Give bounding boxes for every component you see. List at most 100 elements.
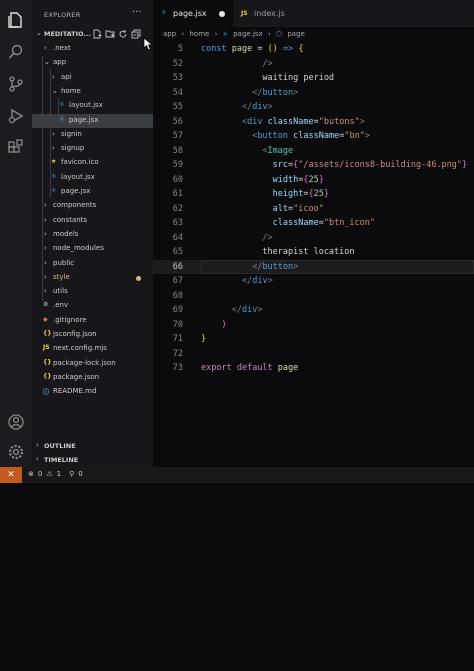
tree-file[interactable]: ★ favicon.ico	[32, 156, 153, 170]
tree-folder[interactable]: › public	[32, 257, 153, 271]
code-line[interactable]: 72	[153, 347, 474, 362]
tree-folder[interactable]: › utils	[32, 285, 153, 299]
code-line[interactable]: 69 </div>	[153, 303, 474, 318]
tree-file[interactable]: ⚙ .env	[32, 299, 153, 313]
code-line[interactable]: 60 width={25}	[153, 173, 474, 188]
code-token: >	[364, 131, 370, 141]
code-line[interactable]: 71}	[153, 332, 474, 347]
json-file-icon: {}	[43, 358, 52, 366]
code-line[interactable]: 57 <button className="bn">	[153, 129, 474, 144]
code-line[interactable]: 68	[153, 289, 474, 304]
run-debug-icon[interactable]	[6, 106, 26, 126]
breadcrumb-item[interactable]: app	[163, 30, 176, 38]
tree-folder[interactable]: › signin	[32, 128, 153, 142]
code-token: height	[272, 189, 304, 199]
explorer-more-actions[interactable]: ···	[132, 7, 142, 18]
code-line[interactable]: 59 src={"/assets/icons8-building-46.png"…	[153, 158, 474, 173]
source-control-icon[interactable]	[6, 74, 26, 94]
code-token: div	[252, 276, 268, 286]
tree-file[interactable]: ⚛ page.jsx	[32, 185, 153, 199]
tree-folder[interactable]: › constants	[32, 214, 153, 228]
tree-file[interactable]: {} package-lock.json	[32, 357, 153, 371]
mouse-cursor-icon	[143, 37, 153, 51]
code-line[interactable]: 52 />	[153, 57, 474, 72]
status-bar: ✕ ⊗ 0 ⚠ 1 ⚲ 0	[0, 467, 474, 483]
tree-file[interactable]: ⓘ README.md	[32, 385, 153, 399]
tree-folder[interactable]: › components	[32, 199, 153, 213]
project-header[interactable]: ⌄ MEDITATIO...	[32, 27, 153, 42]
tab-page-jsx[interactable]: ⚛ page.jsx	[153, 0, 233, 27]
tree-folder[interactable]: › .next	[32, 42, 153, 56]
new-file-icon[interactable]	[92, 29, 102, 39]
tree-item-label: constants	[53, 215, 88, 224]
tree-item-label: favicon.ico	[61, 158, 99, 167]
code-line[interactable]: 5 const page = () => {	[153, 42, 474, 57]
breadcrumb-item[interactable]: page	[287, 30, 304, 38]
tree-file[interactable]: ⚛ page.jsx	[32, 113, 153, 128]
remote-indicator[interactable]: ✕	[0, 467, 22, 483]
tree-file[interactable]: JS next.config.mjs	[32, 342, 153, 356]
tree-folder[interactable]: ⌄ home	[32, 85, 153, 99]
code-line[interactable]: 64 />	[153, 231, 474, 246]
code-line[interactable]: 61 height={25}	[153, 187, 474, 202]
timeline-panel-header[interactable]: › TIMELINE	[32, 453, 153, 467]
line-number: 61	[172, 189, 183, 199]
code-line[interactable]: 55 </div>	[153, 100, 474, 115]
code-line[interactable]: 53 waiting period	[153, 71, 474, 86]
account-icon[interactable]	[6, 412, 26, 432]
tree-folder[interactable]: › models	[32, 228, 153, 242]
code-line[interactable]: 70 )	[153, 318, 474, 333]
code-line[interactable]: 66 </button>	[153, 259, 474, 274]
tree-folder[interactable]: › signup	[32, 142, 153, 156]
tree-file[interactable]: {} package.json	[32, 371, 153, 385]
chevron-right-icon: ›	[44, 44, 47, 52]
code-editor[interactable]: 5 const page = () => {52 /> 53 waiting per…	[153, 42, 474, 467]
code-line[interactable]: 56 <div className="butons">	[153, 115, 474, 130]
line-number: 63	[172, 218, 183, 228]
code-token: </	[241, 102, 253, 112]
breadcrumb-item[interactable]: home	[189, 30, 209, 38]
code-line[interactable]: 65 therapist location	[153, 245, 474, 260]
tree-folder[interactable]: › style	[32, 271, 153, 285]
code-token: >	[257, 305, 263, 315]
problems-status[interactable]: ⊗ 0 ⚠ 1 ⚲ 0	[28, 470, 83, 478]
code-token: page	[231, 44, 253, 54]
search-icon[interactable]	[6, 42, 26, 62]
tree-item-label: next.config.mjs	[53, 344, 107, 353]
tree-folder[interactable]: › node_modules	[32, 242, 153, 256]
outline-panel-header[interactable]: › OUTLINE	[32, 439, 153, 453]
tree-file[interactable]: ⚛ layout.jsx	[32, 99, 153, 113]
tree-folder[interactable]: ⌄ app	[32, 56, 153, 70]
unsaved-dot-icon[interactable]	[219, 11, 225, 17]
extensions-icon[interactable]	[6, 138, 26, 158]
tab-index-js[interactable]: JS index.js	[233, 0, 309, 27]
tree-item-label: home	[61, 86, 81, 95]
code-line[interactable]: 67 </div>	[153, 274, 474, 289]
code-line[interactable]: 63 className="btn_icon"	[153, 216, 474, 231]
tree-file[interactable]: ◆ .gitignore	[32, 314, 153, 328]
tree-file[interactable]: {} jsconfig.json	[32, 328, 153, 342]
code-token: page	[277, 363, 299, 373]
tree-file[interactable]: ⚛ layout.jsx	[32, 171, 153, 185]
code-line[interactable]: 73 export default page	[153, 361, 474, 376]
line-number: 73	[172, 363, 183, 373]
breadcrumb-item[interactable]: page.jsx	[233, 30, 262, 38]
code-line[interactable]: 54 </button>	[153, 86, 474, 101]
ports-icon: ⚲	[69, 470, 75, 478]
settings-gear-icon[interactable]	[6, 442, 26, 462]
refresh-icon[interactable]	[118, 29, 128, 39]
chevron-right-icon: ›	[36, 441, 39, 449]
code-text: </div>	[201, 305, 263, 315]
new-folder-icon[interactable]	[105, 29, 115, 39]
code-line[interactable]: 58 <Image	[153, 144, 474, 159]
tree-item-label: .env	[53, 301, 69, 310]
tree-item-label: page.jsx	[69, 115, 99, 124]
code-line[interactable]: 62 alt="icoo"	[153, 202, 474, 217]
tree-item-label: signin	[61, 129, 82, 138]
breadcrumb-separator: ›	[181, 30, 185, 38]
collapse-all-icon[interactable]	[131, 29, 141, 39]
tree-folder[interactable]: › api	[32, 71, 153, 85]
explorer-icon[interactable]	[6, 10, 26, 30]
